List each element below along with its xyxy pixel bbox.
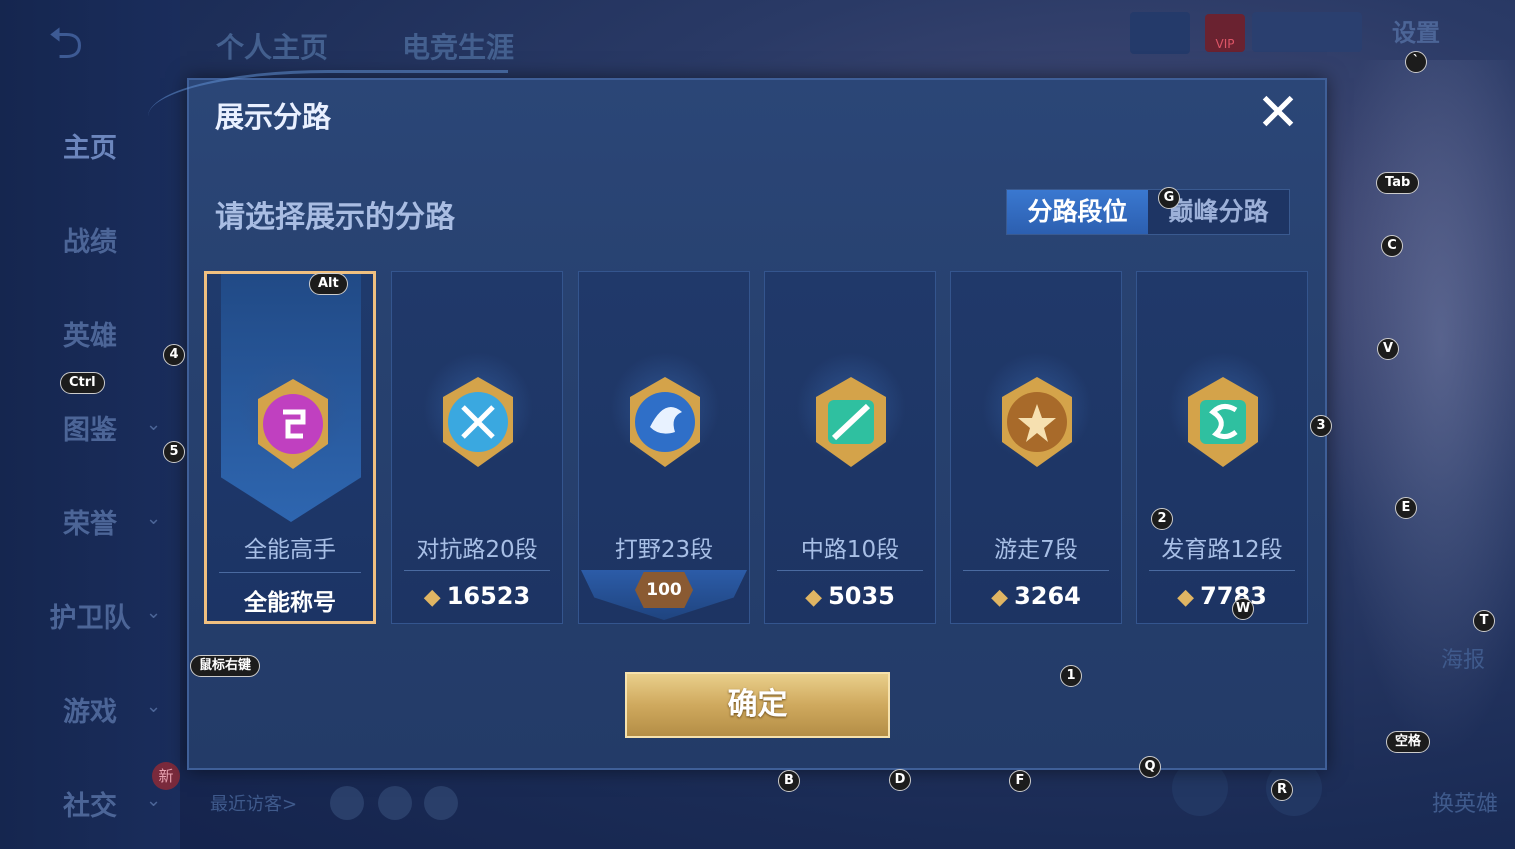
lane-label: 发育路12段 — [1161, 537, 1283, 563]
lane-score: ◆ 7783 — [1137, 582, 1307, 610]
divider — [963, 570, 1109, 571]
hotkey-hint-c: C — [1381, 235, 1403, 257]
dialog-subtitle: 请选择展示的分路 — [215, 200, 455, 235]
visitor-avatar[interactable] — [330, 786, 364, 820]
lane-label: 打野23段 — [614, 537, 714, 563]
tab-esports-career[interactable]: 电竞生涯 — [402, 26, 514, 66]
roam-badge-icon — [1002, 377, 1072, 467]
recent-visitors-link[interactable]: 最近访客> — [210, 790, 297, 816]
divider — [219, 572, 361, 573]
hotkey-hint-4: 4 — [163, 344, 185, 366]
hotkey-hint-3: 3 — [1310, 415, 1332, 437]
bell-icon[interactable] — [1130, 12, 1190, 54]
lane-score: ◆ 5035 — [765, 582, 935, 610]
lane-card-farm[interactable]: 发育路12段 ◆ 7783 — [1136, 271, 1308, 624]
hotkey-hint-1: 1 — [1060, 665, 1082, 687]
new-badge: 新 — [152, 762, 180, 790]
chevron-down-icon: ⌄ — [146, 696, 162, 717]
hotkey-hint-b: B — [778, 770, 800, 792]
divider — [1149, 570, 1295, 571]
hotkey-hint-backtick: ` — [1405, 51, 1427, 73]
hotkey-hint-2: 2 — [1151, 508, 1173, 530]
peak-rank-value: 100 — [635, 572, 693, 608]
score-value: 16523 — [446, 582, 531, 610]
lane-card-roam[interactable]: 游走7段 ◆ 3264 — [950, 271, 1122, 624]
close-icon[interactable]: ✕ — [1254, 87, 1302, 139]
hotkey-hint-g: G — [1158, 187, 1180, 209]
hotkey-hint-v: V — [1377, 338, 1399, 360]
top-info-panel[interactable] — [1252, 12, 1362, 52]
chevron-down-icon: ⌄ — [146, 508, 162, 529]
nav-heroes[interactable]: 英雄 — [0, 314, 180, 353]
hotkey-hint-right-click: 鼠标右键 — [190, 655, 261, 677]
farm-lane-badge-icon — [1188, 377, 1258, 467]
hotkey-hint-ctrl: Ctrl — [60, 372, 105, 394]
omni-badge-icon — [258, 379, 328, 469]
chevron-down-icon: ⌄ — [146, 414, 162, 435]
hotkey-hint-d: D — [889, 769, 911, 791]
visitor-avatar[interactable] — [424, 786, 458, 820]
lane-label: 中路10段 — [800, 537, 900, 563]
poster-button[interactable]: 海报 — [1436, 642, 1490, 674]
lane-card-mid[interactable]: 中路10段 ◆ 5035 — [764, 271, 936, 624]
divider — [404, 570, 550, 571]
lane-label: 全能高手 — [244, 537, 336, 563]
hotkey-hint-q: Q — [1139, 756, 1161, 778]
jungle-dragon-badge-icon — [630, 377, 700, 467]
lane-type-toggle: 分路段位 巅峰分路 — [1006, 189, 1290, 235]
vip-icon[interactable]: VIP — [1205, 14, 1245, 52]
lane-card-all-round[interactable]: 全能高手 全能称号 — [204, 271, 376, 624]
confirm-button[interactable]: 确定 — [625, 672, 890, 738]
hotkey-hint-w: W — [1232, 598, 1254, 620]
nav-records[interactable]: 战绩 — [0, 220, 180, 259]
score-gem-icon: ◆ — [1177, 585, 1195, 610]
back-arrow-icon[interactable]: ⮌ — [48, 22, 124, 66]
lane-card-jungle[interactable]: 打野23段 100 — [578, 271, 750, 624]
mid-lane-badge-icon — [816, 377, 886, 467]
lane-score: ◆ 3264 — [951, 582, 1121, 610]
hotkey-hint-t: T — [1473, 610, 1495, 632]
divider — [777, 570, 923, 571]
hotkey-hint-alt: Alt — [309, 273, 348, 295]
clash-lane-badge-icon — [443, 377, 513, 467]
hotkey-hint-e: E — [1395, 497, 1417, 519]
chevron-down-icon: ⌄ — [146, 602, 162, 623]
lane-card-clash[interactable]: 对抗路20段 ◆ 16523 — [391, 271, 563, 624]
visitor-avatar[interactable] — [378, 786, 412, 820]
hotkey-hint-f: F — [1009, 770, 1031, 792]
settings-button[interactable]: 设置 — [1376, 12, 1496, 54]
lane-label: 游走7段 — [994, 537, 1078, 563]
all-round-title: 全能称号 — [244, 590, 336, 616]
dialog-title: 展示分路 — [215, 100, 332, 134]
score-value: 5035 — [828, 582, 895, 610]
swap-hero-button[interactable]: 换英雄 — [1428, 786, 1502, 818]
lane-label: 对抗路20段 — [416, 537, 538, 563]
hotkey-hint-r: R — [1271, 779, 1293, 801]
chevron-down-icon: ⌄ — [146, 790, 162, 811]
tab-lane-rank[interactable]: 分路段位 — [1007, 190, 1148, 234]
score-gem-icon: ◆ — [991, 585, 1009, 610]
tab-personal-home[interactable]: 个人主页 — [216, 26, 328, 66]
score-gem-icon: ◆ — [805, 585, 823, 610]
lane-score: ◆ 16523 — [392, 582, 562, 610]
hotkey-hint-5: 5 — [163, 441, 185, 463]
score-gem-icon: ◆ — [423, 585, 441, 610]
hotkey-hint-tab: Tab — [1376, 172, 1420, 194]
score-value: 3264 — [1014, 582, 1081, 610]
hotkey-hint-space: 空格 — [1386, 731, 1431, 753]
